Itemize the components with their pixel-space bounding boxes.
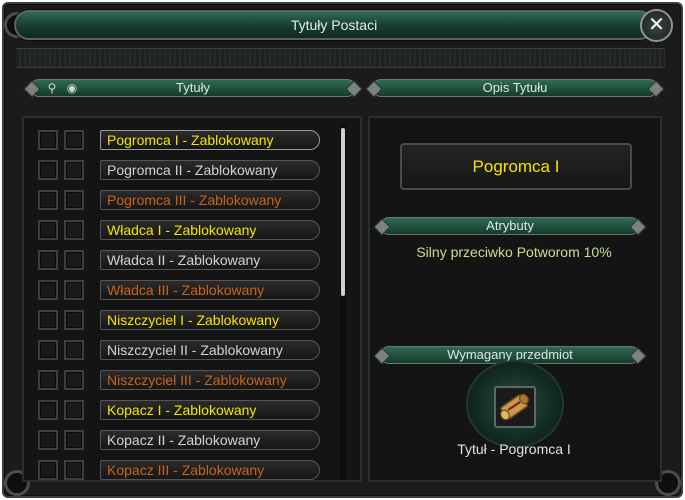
title-checkbox-secondary[interactable] [64,430,84,450]
title-row: Niszczyciel I - Zablokowany [36,309,326,331]
title-checkbox-secondary[interactable] [64,340,84,360]
title-checkbox-secondary[interactable] [64,370,84,390]
title-checkbox-primary[interactable] [38,160,58,180]
title-checkbox-secondary[interactable] [64,460,84,480]
titles-header: ⚲ ◉ Tytuły [23,79,363,98]
title-button[interactable]: Pogromca II - Zablokowany [100,160,320,180]
title-checkbox-primary[interactable] [38,130,58,150]
attributes-header: Atrybuty [373,217,647,236]
title-button[interactable]: Kopacz III - Zablokowany [100,460,320,480]
title-checkbox-secondary[interactable] [64,220,84,240]
title-button[interactable]: Pogromca I - Zablokowany [100,130,320,150]
title-checkbox-primary[interactable] [38,370,58,390]
title-checkbox-secondary[interactable] [64,400,84,420]
title-row: Niszczyciel III - Zablokowany [36,369,326,391]
title-button[interactable]: Pogromca III - Zablokowany [100,190,320,210]
close-button[interactable]: ✕ [640,9,673,42]
title-checkbox-secondary[interactable] [64,130,84,150]
scroll-icon [500,393,529,421]
title-button[interactable]: Kopacz II - Zablokowany [100,430,320,450]
title-button[interactable]: Władca III - Zablokowany [100,280,320,300]
title-row: Władca III - Zablokowany [36,279,326,301]
scrollbar-thumb[interactable] [341,128,345,296]
title-row: Władca I - Zablokowany [36,219,326,241]
title-checkbox-secondary[interactable] [64,310,84,330]
required-item-name: Tytuł - Pogromca I [457,441,571,457]
title-checkbox-secondary[interactable] [64,160,84,180]
titles-header-label: Tytuły [176,80,210,95]
title-checkbox-secondary[interactable] [64,250,84,270]
title-bar[interactable]: Tytuły Postaci [14,10,654,40]
title-checkbox-primary[interactable] [38,400,58,420]
title-checkbox-primary[interactable] [38,190,58,210]
title-checkbox-primary[interactable] [38,280,58,300]
title-row: Niszczyciel II - Zablokowany [36,339,326,361]
header-separator [16,48,665,68]
title-checkbox-primary[interactable] [38,220,58,240]
attributes-header-label: Atrybuty [486,218,534,233]
title-checkbox-primary[interactable] [38,250,58,270]
close-icon: ✕ [648,14,665,36]
title-row: Pogromca III - Zablokowany [36,189,326,211]
title-row: Kopacz I - Zablokowany [36,399,326,421]
title-row: Władca II - Zablokowany [36,249,326,271]
selected-title-name: Pogromca I [400,143,632,190]
title-row: Kopacz III - Zablokowany [36,459,326,481]
title-row: Pogromca II - Zablokowany [36,159,326,181]
eye-icon[interactable]: ◉ [65,81,79,95]
title-row: Kopacz II - Zablokowany [36,429,326,451]
required-item-header-label: Wymagany przedmiot [447,347,573,362]
title-checkbox-primary[interactable] [38,340,58,360]
attribute-text: Silny przeciwko Potworom 10% [416,244,612,260]
title-checkbox-secondary[interactable] [64,190,84,210]
title-checkbox-secondary[interactable] [64,280,84,300]
window-title: Tytuły Postaci [290,17,378,33]
title-button[interactable]: Niszczyciel II - Zablokowany [100,340,320,360]
title-checkbox-primary[interactable] [38,460,58,480]
title-row: Pogromca I - Zablokowany [36,129,326,151]
title-checkbox-primary[interactable] [38,430,58,450]
title-button[interactable]: Kopacz I - Zablokowany [100,400,320,420]
magnifier-icon[interactable]: ⚲ [45,81,59,95]
title-button[interactable]: Niszczyciel I - Zablokowany [100,310,320,330]
title-button[interactable]: Władca I - Zablokowany [100,220,320,240]
title-button[interactable]: Niszczyciel III - Zablokowany [100,370,320,390]
title-checkbox-primary[interactable] [38,310,58,330]
title-button[interactable]: Władca II - Zablokowany [100,250,320,270]
title-description-header: Opis Tytułu [365,79,665,98]
title-description-label: Opis Tytułu [482,80,548,95]
required-item-slot[interactable] [494,386,536,428]
